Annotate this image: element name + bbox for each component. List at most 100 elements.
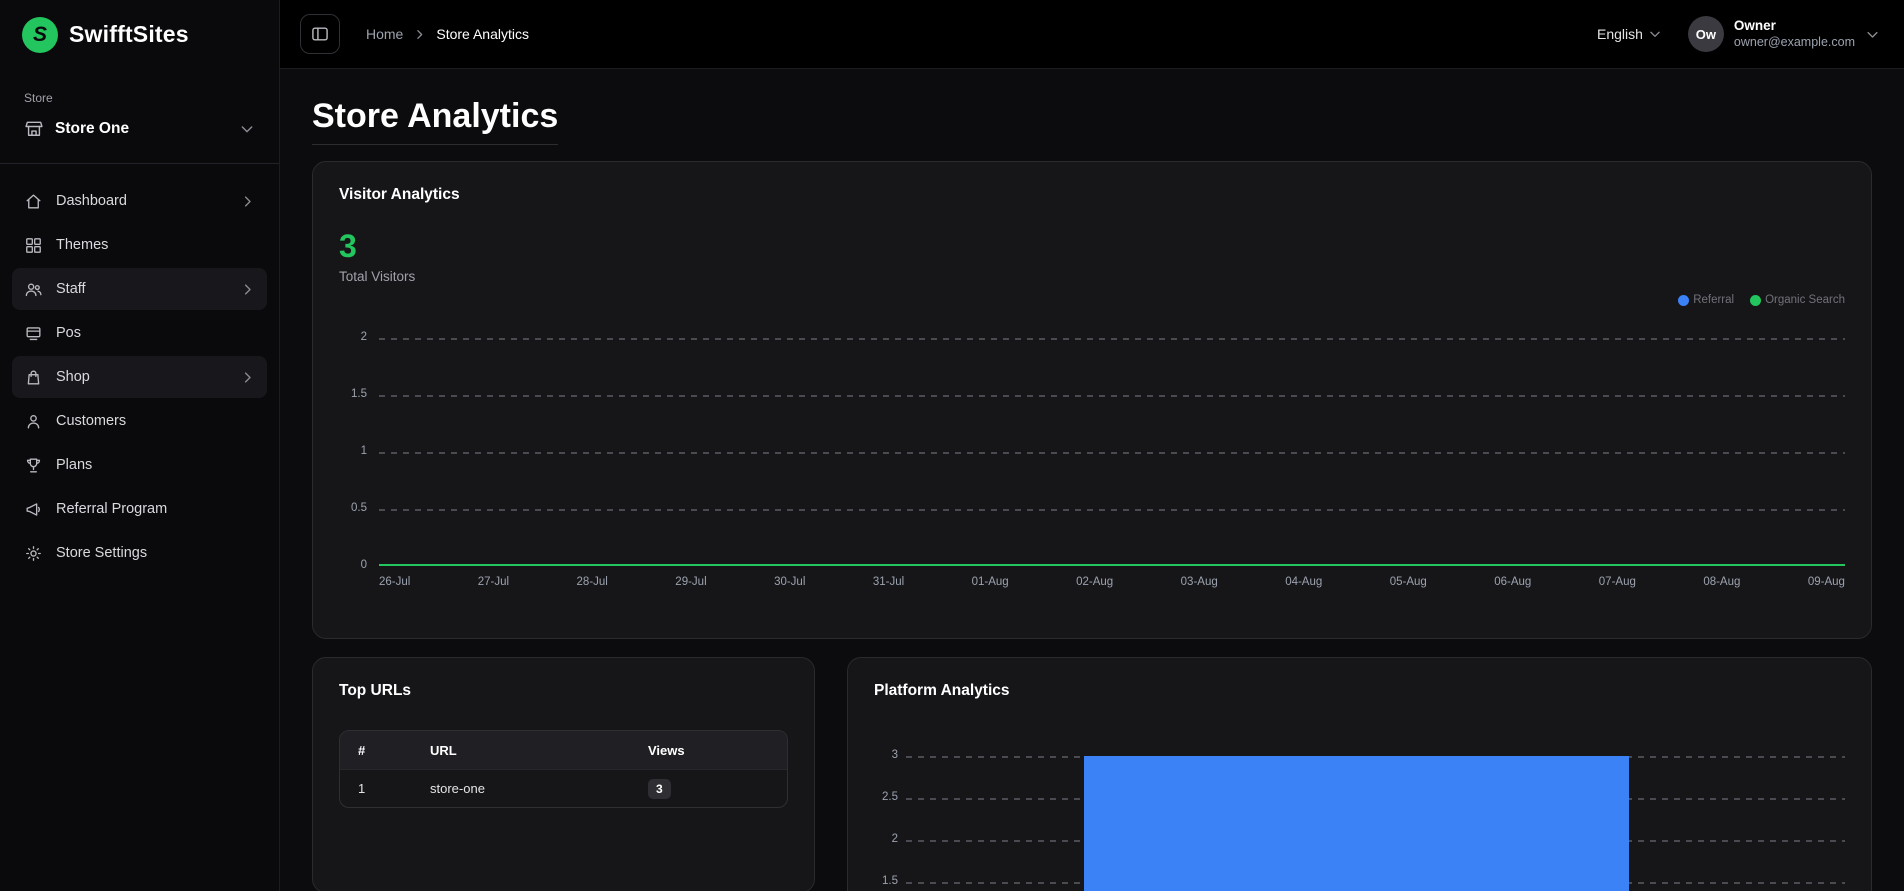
y-tick: 2	[892, 833, 898, 845]
brand-logo-icon: S	[22, 17, 58, 53]
sidebar-item-pos[interactable]: Pos	[12, 312, 267, 354]
users-icon	[24, 280, 43, 299]
sidebar-toggle-button[interactable]	[300, 14, 340, 54]
page-title: Store Analytics	[312, 97, 558, 145]
chevron-right-icon	[240, 370, 255, 385]
megaphone-icon	[24, 500, 43, 519]
x-tick: 28-Jul	[577, 576, 608, 588]
plot-area	[379, 338, 1845, 566]
x-tick: 07-Aug	[1599, 576, 1636, 588]
x-tick: 03-Aug	[1181, 576, 1218, 588]
x-tick: 06-Aug	[1494, 576, 1531, 588]
total-visitors-value: 3	[339, 230, 1845, 262]
legend-dot-green	[1750, 295, 1761, 306]
legend-label: Referral	[1693, 294, 1734, 306]
y-tick: 0	[361, 559, 367, 571]
y-tick: 2	[361, 331, 367, 343]
y-tick: 2.5	[882, 791, 898, 803]
legend-label: Organic Search	[1765, 294, 1845, 306]
x-tick: 31-Jul	[873, 576, 904, 588]
sidebar-item-label: Referral Program	[56, 501, 255, 517]
bottom-cards-row: Top URLs # URL Views 1 store-one 3	[312, 657, 1872, 891]
sidebar-item-label: Store Settings	[56, 545, 255, 561]
breadcrumb-current: Store Analytics	[436, 26, 529, 42]
sidebar-item-label: Customers	[56, 413, 255, 429]
avatar: Ow	[1688, 16, 1724, 52]
platform-analytics-title: Platform Analytics	[874, 682, 1845, 700]
user-icon	[24, 412, 43, 431]
plot-area	[906, 756, 1845, 891]
sidebar-item-shop[interactable]: Shop	[12, 356, 267, 398]
top-urls-title: Top URLs	[339, 682, 788, 700]
grid-icon	[24, 236, 43, 255]
user-email: owner@example.com	[1734, 35, 1855, 51]
sidebar: S SwifftSites Store Store One Dashboard	[0, 0, 280, 891]
sidebar-item-label: Shop	[56, 369, 227, 385]
sidebar-item-customers[interactable]: Customers	[12, 400, 267, 442]
column-header-views: Views	[648, 743, 787, 758]
gridline	[379, 395, 1845, 397]
gear-icon	[24, 544, 43, 563]
page-content: Store Analytics Visitor Analytics 3 Tota…	[280, 69, 1904, 891]
breadcrumb-home-link[interactable]: Home	[366, 26, 403, 42]
legend-item-organic-search[interactable]: Organic Search	[1750, 294, 1845, 306]
main-area: Home Store Analytics English Ow Owner	[280, 0, 1904, 891]
sidebar-item-store-settings[interactable]: Store Settings	[12, 532, 267, 574]
topbar-right: English Ow Owner owner@example.com	[1597, 16, 1880, 52]
top-urls-table: # URL Views 1 store-one 3	[339, 730, 788, 808]
series-line-organic-search	[379, 564, 1845, 567]
y-tick: 1	[361, 445, 367, 457]
chevron-right-icon	[413, 28, 426, 41]
cell-views: 3	[648, 779, 787, 799]
x-tick: 05-Aug	[1390, 576, 1427, 588]
sidebar-item-referral-program[interactable]: Referral Program	[12, 488, 267, 530]
sidebar-item-plans[interactable]: Plans	[12, 444, 267, 486]
views-badge: 3	[648, 779, 671, 799]
y-tick: 0.5	[351, 502, 367, 514]
user-name: Owner	[1734, 18, 1855, 35]
sidebar-item-themes[interactable]: Themes	[12, 224, 267, 266]
user-menu[interactable]: Ow Owner owner@example.com	[1688, 16, 1880, 52]
gridline	[379, 452, 1845, 454]
user-info: Owner owner@example.com	[1734, 18, 1855, 51]
y-tick: 1.5	[351, 388, 367, 400]
cell-url: store-one	[430, 781, 648, 796]
storefront-icon	[24, 119, 44, 139]
language-selector[interactable]: English	[1597, 26, 1662, 42]
sidebar-nav: Dashboard Themes Staff	[0, 164, 279, 590]
breadcrumb: Home Store Analytics	[366, 26, 529, 42]
chevron-right-icon	[240, 194, 255, 209]
brand-logo[interactable]: S SwifftSites	[0, 0, 279, 69]
x-axis-labels: 26-Jul 27-Jul 28-Jul 29-Jul 30-Jul 31-Ju…	[379, 576, 1845, 588]
sidebar-item-staff[interactable]: Staff	[12, 268, 267, 310]
visitor-line-chart: 2 1.5 1 0.5 0	[339, 338, 1845, 566]
sidebar-item-dashboard[interactable]: Dashboard	[12, 180, 267, 222]
sidebar-item-label: Themes	[56, 237, 255, 253]
total-visitors-label: Total Visitors	[339, 269, 1845, 284]
chart-legend: Referral Organic Search	[339, 294, 1845, 306]
y-tick: 1.5	[882, 875, 898, 887]
gridline	[379, 338, 1845, 340]
store-selector[interactable]: Store One	[10, 109, 269, 149]
visitor-analytics-card: Visitor Analytics 3 Total Visitors Refer…	[312, 161, 1872, 639]
chevron-down-icon	[239, 121, 255, 137]
sidebar-item-label: Pos	[56, 325, 255, 341]
platform-analytics-card: Platform Analytics 3 2.5 2 1.5	[847, 657, 1872, 891]
trophy-icon	[24, 456, 43, 475]
sidebar-item-label: Plans	[56, 457, 255, 473]
brand-name: SwifftSites	[69, 21, 189, 48]
store-selector-label: Store One	[55, 120, 228, 138]
x-tick: 26-Jul	[379, 576, 410, 588]
shopping-bag-icon	[24, 368, 43, 387]
x-tick: 27-Jul	[478, 576, 509, 588]
chevron-right-icon	[240, 282, 255, 297]
gridline	[379, 509, 1845, 511]
store-section-label: Store	[24, 91, 255, 105]
top-urls-card: Top URLs # URL Views 1 store-one 3	[312, 657, 815, 891]
sidebar-item-label: Staff	[56, 281, 227, 297]
language-label: English	[1597, 26, 1643, 42]
bar-platform	[1084, 756, 1629, 891]
legend-item-referral[interactable]: Referral	[1678, 294, 1734, 306]
y-tick: 3	[892, 749, 898, 761]
column-header-rank: #	[340, 743, 430, 758]
